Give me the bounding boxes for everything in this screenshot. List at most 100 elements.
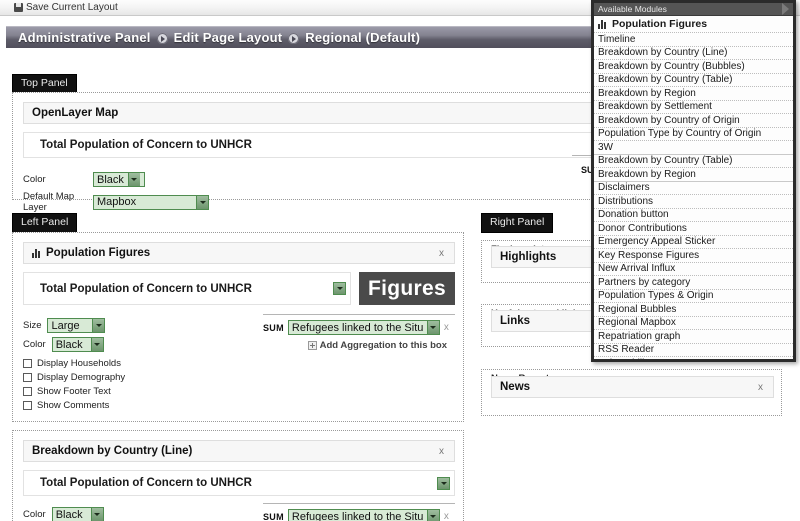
available-module-item[interactable]: Breakdown by Region	[594, 87, 793, 101]
available-module-item[interactable]: Population Figures	[594, 16, 793, 33]
module-title: News	[500, 381, 531, 393]
available-module-item[interactable]: Breakdown by Country (Bubbles)	[594, 60, 793, 74]
checkbox-row[interactable]: Show Footer Text	[23, 386, 125, 397]
color-select[interactable]: Black	[51, 507, 104, 521]
available-module-item[interactable]: Distributions	[594, 195, 793, 209]
module-title: Population Figures	[46, 247, 151, 259]
field-label-size: Size	[23, 320, 42, 331]
breadcrumb-separator-icon	[288, 33, 300, 44]
available-module-item[interactable]: Timeline	[594, 33, 793, 47]
available-module-item[interactable]: Breakdown by Country of Origin	[594, 114, 793, 128]
available-module-label: Timeline	[598, 33, 636, 45]
field-color-row: Color Black	[23, 507, 124, 521]
module-close-button[interactable]: x	[756, 382, 765, 393]
available-module-item[interactable]: New Arrival Influx	[594, 262, 793, 276]
color-select-value: Black	[97, 173, 124, 186]
available-module-label: Donor Contributions	[598, 222, 687, 234]
checkbox-row[interactable]: Display Households	[23, 358, 125, 369]
checkbox-row[interactable]: Show Comments	[23, 400, 125, 411]
checkbox-label: Show Footer Text	[37, 386, 111, 397]
checkbox-label: Display Demography	[37, 372, 126, 383]
dataset-select-shell[interactable]: Total Population of Concern to UNHCR	[23, 272, 351, 305]
available-module-item[interactable]: Partners by category	[594, 276, 793, 290]
checkbox-display-demography[interactable]	[23, 373, 32, 382]
default-map-layer-select[interactable]: Mapbox	[93, 194, 209, 210]
available-module-label: Breakdown by Region	[598, 87, 696, 99]
aggregation-select[interactable]: Refugees linked to the Situation in Mali…	[287, 320, 440, 335]
aggregation-select-value: Refugees linked to the Situation in Mali…	[291, 321, 423, 334]
breadcrumb-level3[interactable]: Regional (Default)	[305, 30, 420, 45]
checkbox-show-footer-text[interactable]	[23, 387, 32, 396]
floppy-disk-icon	[14, 3, 23, 12]
aggregation-row: SUM Refugees linked to the Situation in …	[263, 320, 455, 335]
available-module-item[interactable]: Breakdown by Settlement	[594, 100, 793, 114]
available-module-label: RSS Reader	[598, 344, 655, 356]
module-left-controls: Size Large Color Black Display Household…	[23, 318, 125, 411]
available-module-label: Distributions	[598, 195, 654, 207]
breadcrumb-level2[interactable]: Edit Page Layout	[174, 30, 283, 45]
available-module-item[interactable]: Breakdown by Region	[594, 168, 793, 182]
available-modules-header[interactable]: Available Modules	[594, 3, 793, 16]
checkbox-display-households[interactable]	[23, 359, 32, 368]
available-module-label: Donation button	[598, 209, 669, 221]
available-module-item[interactable]: Breakdown by Country (Table)	[594, 154, 793, 168]
checkbox-row[interactable]: Display Demography	[23, 372, 125, 383]
available-module-item[interactable]: Population Types & Origin	[594, 289, 793, 303]
available-module-item[interactable]: 3W	[594, 141, 793, 155]
left-panel-dropzone-population-figures[interactable]: Population Figures x Total Population of…	[12, 232, 464, 422]
field-size-row: Size Large	[23, 318, 125, 333]
available-module-item[interactable]: Vulnerability	[594, 357, 793, 359]
module-controls: Size Large Color Black Display Household…	[23, 314, 455, 411]
triangle-right-icon[interactable]	[782, 3, 789, 15]
module-aggregation-panel: SUM Refugees linked to the Situation in …	[263, 503, 455, 521]
module-close-button[interactable]: x	[437, 446, 446, 457]
available-modules-panel: Available Modules Population Figures Time…	[591, 0, 796, 362]
available-module-item[interactable]: Key Response Figures	[594, 249, 793, 263]
available-module-item[interactable]: Repatriation graph	[594, 330, 793, 344]
aggregation-select-value: Refugees linked to the Situation in Mali…	[291, 510, 423, 521]
checkbox-label: Display Households	[37, 358, 121, 369]
aggregation-remove-button[interactable]: x	[444, 322, 449, 333]
add-aggregation-label: Add Aggregation to this box	[319, 340, 447, 351]
aggregation-row: SUM Refugees linked to the Situation in …	[263, 509, 455, 521]
left-panel-dropzone-breakdown-line[interactable]: Breakdown by Country (Line) x Total Popu…	[12, 430, 464, 521]
module-dataset-row[interactable]: Total Population of Concern to UNHCR	[23, 470, 455, 496]
available-modules-list[interactable]: Population Figures Timeline Breakdown by C…	[594, 16, 793, 359]
aggregation-select[interactable]: Refugees linked to the Situation in Mali…	[287, 509, 440, 521]
available-module-item[interactable]: Breakdown by Country (Table)	[594, 73, 793, 87]
size-select[interactable]: Large	[47, 318, 106, 333]
available-module-label: Breakdown by Settlement	[598, 101, 712, 113]
right-panel-dropzone-news[interactable]: News x News Reports modules/news/news.ph…	[481, 369, 782, 416]
aggregation-remove-button[interactable]: x	[444, 511, 449, 521]
module-dataset-label: Total Population of Concern to UNHCR	[40, 282, 252, 295]
available-module-label: Vulnerability	[598, 358, 652, 359]
add-aggregation-button[interactable]: Add Aggregation to this box	[263, 340, 455, 351]
color-select[interactable]: Black	[51, 337, 104, 352]
chevron-down-icon[interactable]	[333, 282, 346, 295]
available-module-item[interactable]: Population Type by Country of Origin	[594, 127, 793, 141]
module-controls: Color Black Display New Arrivals S	[23, 503, 455, 521]
available-module-label: Breakdown by Region	[598, 168, 696, 180]
available-module-item[interactable]: Regional Mapbox	[594, 316, 793, 330]
chevron-down-icon[interactable]	[437, 476, 450, 490]
save-current-layout-label: Save Current Layout	[26, 1, 118, 13]
color-select[interactable]: Black	[93, 172, 145, 187]
available-module-label: New Arrival Influx	[598, 263, 676, 275]
module-close-button[interactable]: x	[437, 248, 446, 259]
checkbox-show-comments[interactable]	[23, 401, 32, 410]
field-label-default-map-layer: Default Map Layer	[23, 191, 75, 213]
available-module-item[interactable]: Emergency Appeal Sticker	[594, 235, 793, 249]
available-module-item[interactable]: Donor Contributions	[594, 222, 793, 236]
chevron-down-icon	[426, 321, 439, 334]
available-module-label: Regional Bubbles	[598, 303, 677, 315]
available-module-item[interactable]: RSS Reader	[594, 343, 793, 357]
figures-preview-badge: Figures	[359, 272, 455, 305]
available-module-item[interactable]: Regional Bubbles	[594, 303, 793, 317]
aggregation-sum-label: SUM	[263, 511, 284, 521]
chevron-down-icon	[90, 508, 103, 521]
available-module-item[interactable]: Disclaimers	[594, 181, 793, 195]
available-module-item[interactable]: Breakdown by Country (Line)	[594, 46, 793, 60]
save-current-layout-button[interactable]: Save Current Layout	[14, 1, 118, 13]
breadcrumb-root[interactable]: Administrative Panel	[18, 30, 151, 45]
available-module-item[interactable]: Donation button	[594, 208, 793, 222]
